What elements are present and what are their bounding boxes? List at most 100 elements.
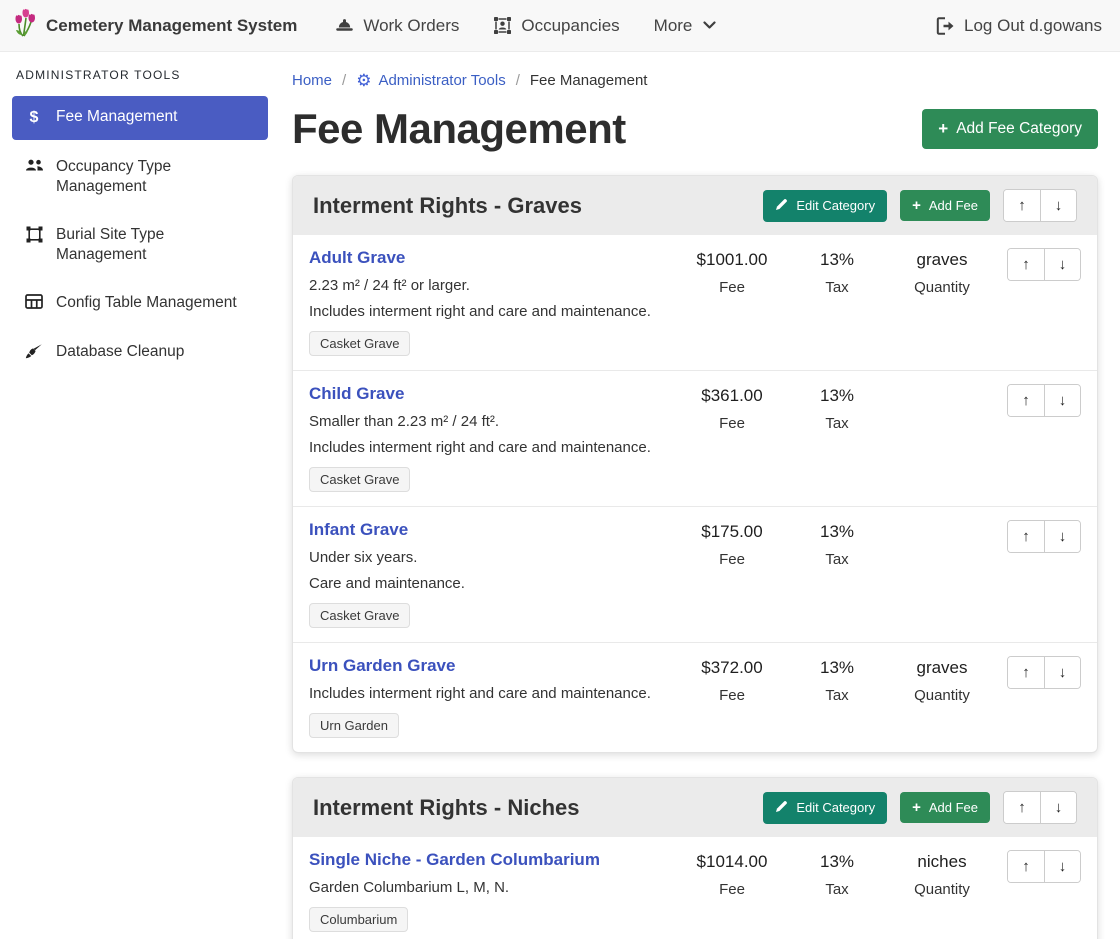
fee-label: Fee (677, 551, 787, 568)
category-header: Interment Rights - Graves Edit Category … (293, 176, 1097, 235)
sidebar-item-label: Database Cleanup (56, 342, 184, 362)
quantity-label: Quantity (887, 279, 997, 296)
tax-percent: 13% (787, 250, 887, 270)
tax-percent: 13% (787, 522, 887, 542)
fee-name-link[interactable]: Single Niche - Garden Columbarium (309, 850, 600, 870)
plus-icon: + (912, 200, 921, 212)
move-down-button[interactable]: ↓ (1044, 385, 1080, 416)
move-up-button[interactable]: ↑ (1008, 385, 1044, 416)
tax-percent: 13% (787, 852, 887, 872)
fee-row: Single Niche - Garden Columbarium Garden… (293, 837, 1097, 939)
breadcrumb: Home / ⚙ Administrator Tools / Fee Manag… (292, 72, 1098, 89)
fee-type-badge: Casket Grave (309, 331, 410, 356)
move-up-button[interactable]: ↑ (1008, 657, 1044, 688)
fee-name-link[interactable]: Infant Grave (309, 520, 408, 540)
category-header: Interment Rights - Niches Edit Category … (293, 778, 1097, 837)
sign-out-icon (936, 17, 955, 35)
breadcrumb-separator: / (516, 72, 520, 89)
move-down-button[interactable]: ↓ (1044, 249, 1080, 280)
person-frame-icon (493, 16, 512, 35)
fee-name-link[interactable]: Adult Grave (309, 248, 405, 268)
nav-work-orders[interactable]: Work Orders (335, 16, 459, 36)
fee-name-link[interactable]: Urn Garden Grave (309, 656, 455, 676)
category-title: Interment Rights - Graves (313, 193, 763, 219)
sidebar-item-label: Burial Site Type Management (56, 225, 256, 265)
fee-type-badge: Casket Grave (309, 467, 410, 492)
fee-label: Fee (677, 279, 787, 296)
app-brand[interactable]: Cemetery Management System (12, 8, 297, 43)
fee-amount: $175.00 (677, 522, 787, 542)
gear-icon: ⚙ (356, 72, 371, 89)
fee-row: Urn Garden Grave Includes interment righ… (293, 642, 1097, 752)
edit-category-button[interactable]: Edit Category (763, 792, 887, 824)
tax-label: Tax (787, 687, 887, 704)
fee-amount: $1014.00 (677, 852, 787, 872)
fee-reorder-controls: ↑ ↓ (1007, 248, 1081, 281)
move-down-button[interactable]: ↓ (1040, 792, 1076, 823)
breadcrumb-current: Fee Management (530, 72, 648, 89)
fee-amount: $1001.00 (677, 250, 787, 270)
fee-type-badge: Columbarium (309, 907, 408, 932)
move-up-button[interactable]: ↑ (1004, 190, 1040, 221)
fee-amount: $372.00 (677, 658, 787, 678)
sidebar-item-burial-site-type[interactable]: Burial Site Type Management (12, 214, 268, 276)
nav-work-orders-label: Work Orders (363, 16, 459, 36)
dollar-icon: $ (24, 108, 44, 129)
fee-description: Includes interment right and care and ma… (309, 303, 677, 320)
nav-more-label: More (654, 16, 693, 36)
add-fee-button[interactable]: + Add Fee (900, 792, 990, 823)
sidebar-item-database-cleanup[interactable]: Database Cleanup (12, 331, 268, 373)
tax-percent: 13% (787, 658, 887, 678)
move-down-button[interactable]: ↓ (1044, 521, 1080, 552)
sidebar-item-fee-management[interactable]: $ Fee Management (12, 96, 268, 140)
nav-more-menu[interactable]: More (654, 16, 717, 36)
category-reorder-controls: ↑ ↓ (1003, 791, 1077, 824)
tax-label: Tax (787, 415, 887, 432)
fee-description: 2.23 m² / 24 ft² or larger. (309, 277, 677, 294)
breadcrumb-admin-tools-link[interactable]: Administrator Tools (378, 72, 505, 89)
fee-reorder-controls: ↑ ↓ (1007, 384, 1081, 417)
logout-label: Log Out d.gowans (964, 16, 1102, 36)
fee-label: Fee (677, 881, 787, 898)
logout-button[interactable]: Log Out d.gowans (936, 16, 1102, 36)
sidebar-item-label: Occupancy Type Management (56, 157, 256, 197)
tax-label: Tax (787, 279, 887, 296)
people-icon (24, 158, 44, 173)
app-title: Cemetery Management System (46, 16, 297, 36)
fee-description: Smaller than 2.23 m² / 24 ft². (309, 413, 677, 430)
nav-occupancies[interactable]: Occupancies (493, 16, 619, 36)
move-down-button[interactable]: ↓ (1040, 190, 1076, 221)
category-title: Interment Rights - Niches (313, 795, 763, 821)
move-up-button[interactable]: ↑ (1004, 792, 1040, 823)
chevron-down-icon (703, 21, 716, 30)
move-up-button[interactable]: ↑ (1008, 521, 1044, 552)
table-icon (24, 294, 44, 309)
quantity-label: Quantity (887, 687, 997, 704)
fee-type-badge: Urn Garden (309, 713, 399, 738)
fee-description: Includes interment right and care and ma… (309, 685, 677, 702)
sidebar-item-occupancy-type[interactable]: Occupancy Type Management (12, 146, 268, 208)
add-fee-category-button[interactable]: + Add Fee Category (922, 109, 1098, 149)
fee-amount: $361.00 (677, 386, 787, 406)
sidebar-heading: ADMINISTRATOR TOOLS (16, 68, 268, 82)
plus-icon: + (938, 122, 948, 136)
fee-label: Fee (677, 687, 787, 704)
sidebar: ADMINISTRATOR TOOLS $ Fee Management Occ… (0, 52, 280, 939)
fee-reorder-controls: ↑ ↓ (1007, 850, 1081, 883)
move-down-button[interactable]: ↓ (1044, 851, 1080, 882)
main-content: Home / ⚙ Administrator Tools / Fee Manag… (280, 52, 1120, 939)
tulip-logo-icon (12, 8, 38, 43)
breadcrumb-home-link[interactable]: Home (292, 72, 332, 89)
edit-category-button[interactable]: Edit Category (763, 190, 887, 222)
move-up-button[interactable]: ↑ (1008, 851, 1044, 882)
move-down-button[interactable]: ↓ (1044, 657, 1080, 688)
hard-hat-icon (335, 17, 354, 34)
add-fee-button[interactable]: + Add Fee (900, 190, 990, 221)
sidebar-item-config-table[interactable]: Config Table Management (12, 282, 268, 324)
top-navbar: Cemetery Management System Work Orders (0, 0, 1120, 52)
fee-name-link[interactable]: Child Grave (309, 384, 404, 404)
move-up-button[interactable]: ↑ (1008, 249, 1044, 280)
pencil-icon (775, 800, 788, 816)
broom-icon (24, 343, 44, 359)
fee-row: Child Grave Smaller than 2.23 m² / 24 ft… (293, 370, 1097, 506)
